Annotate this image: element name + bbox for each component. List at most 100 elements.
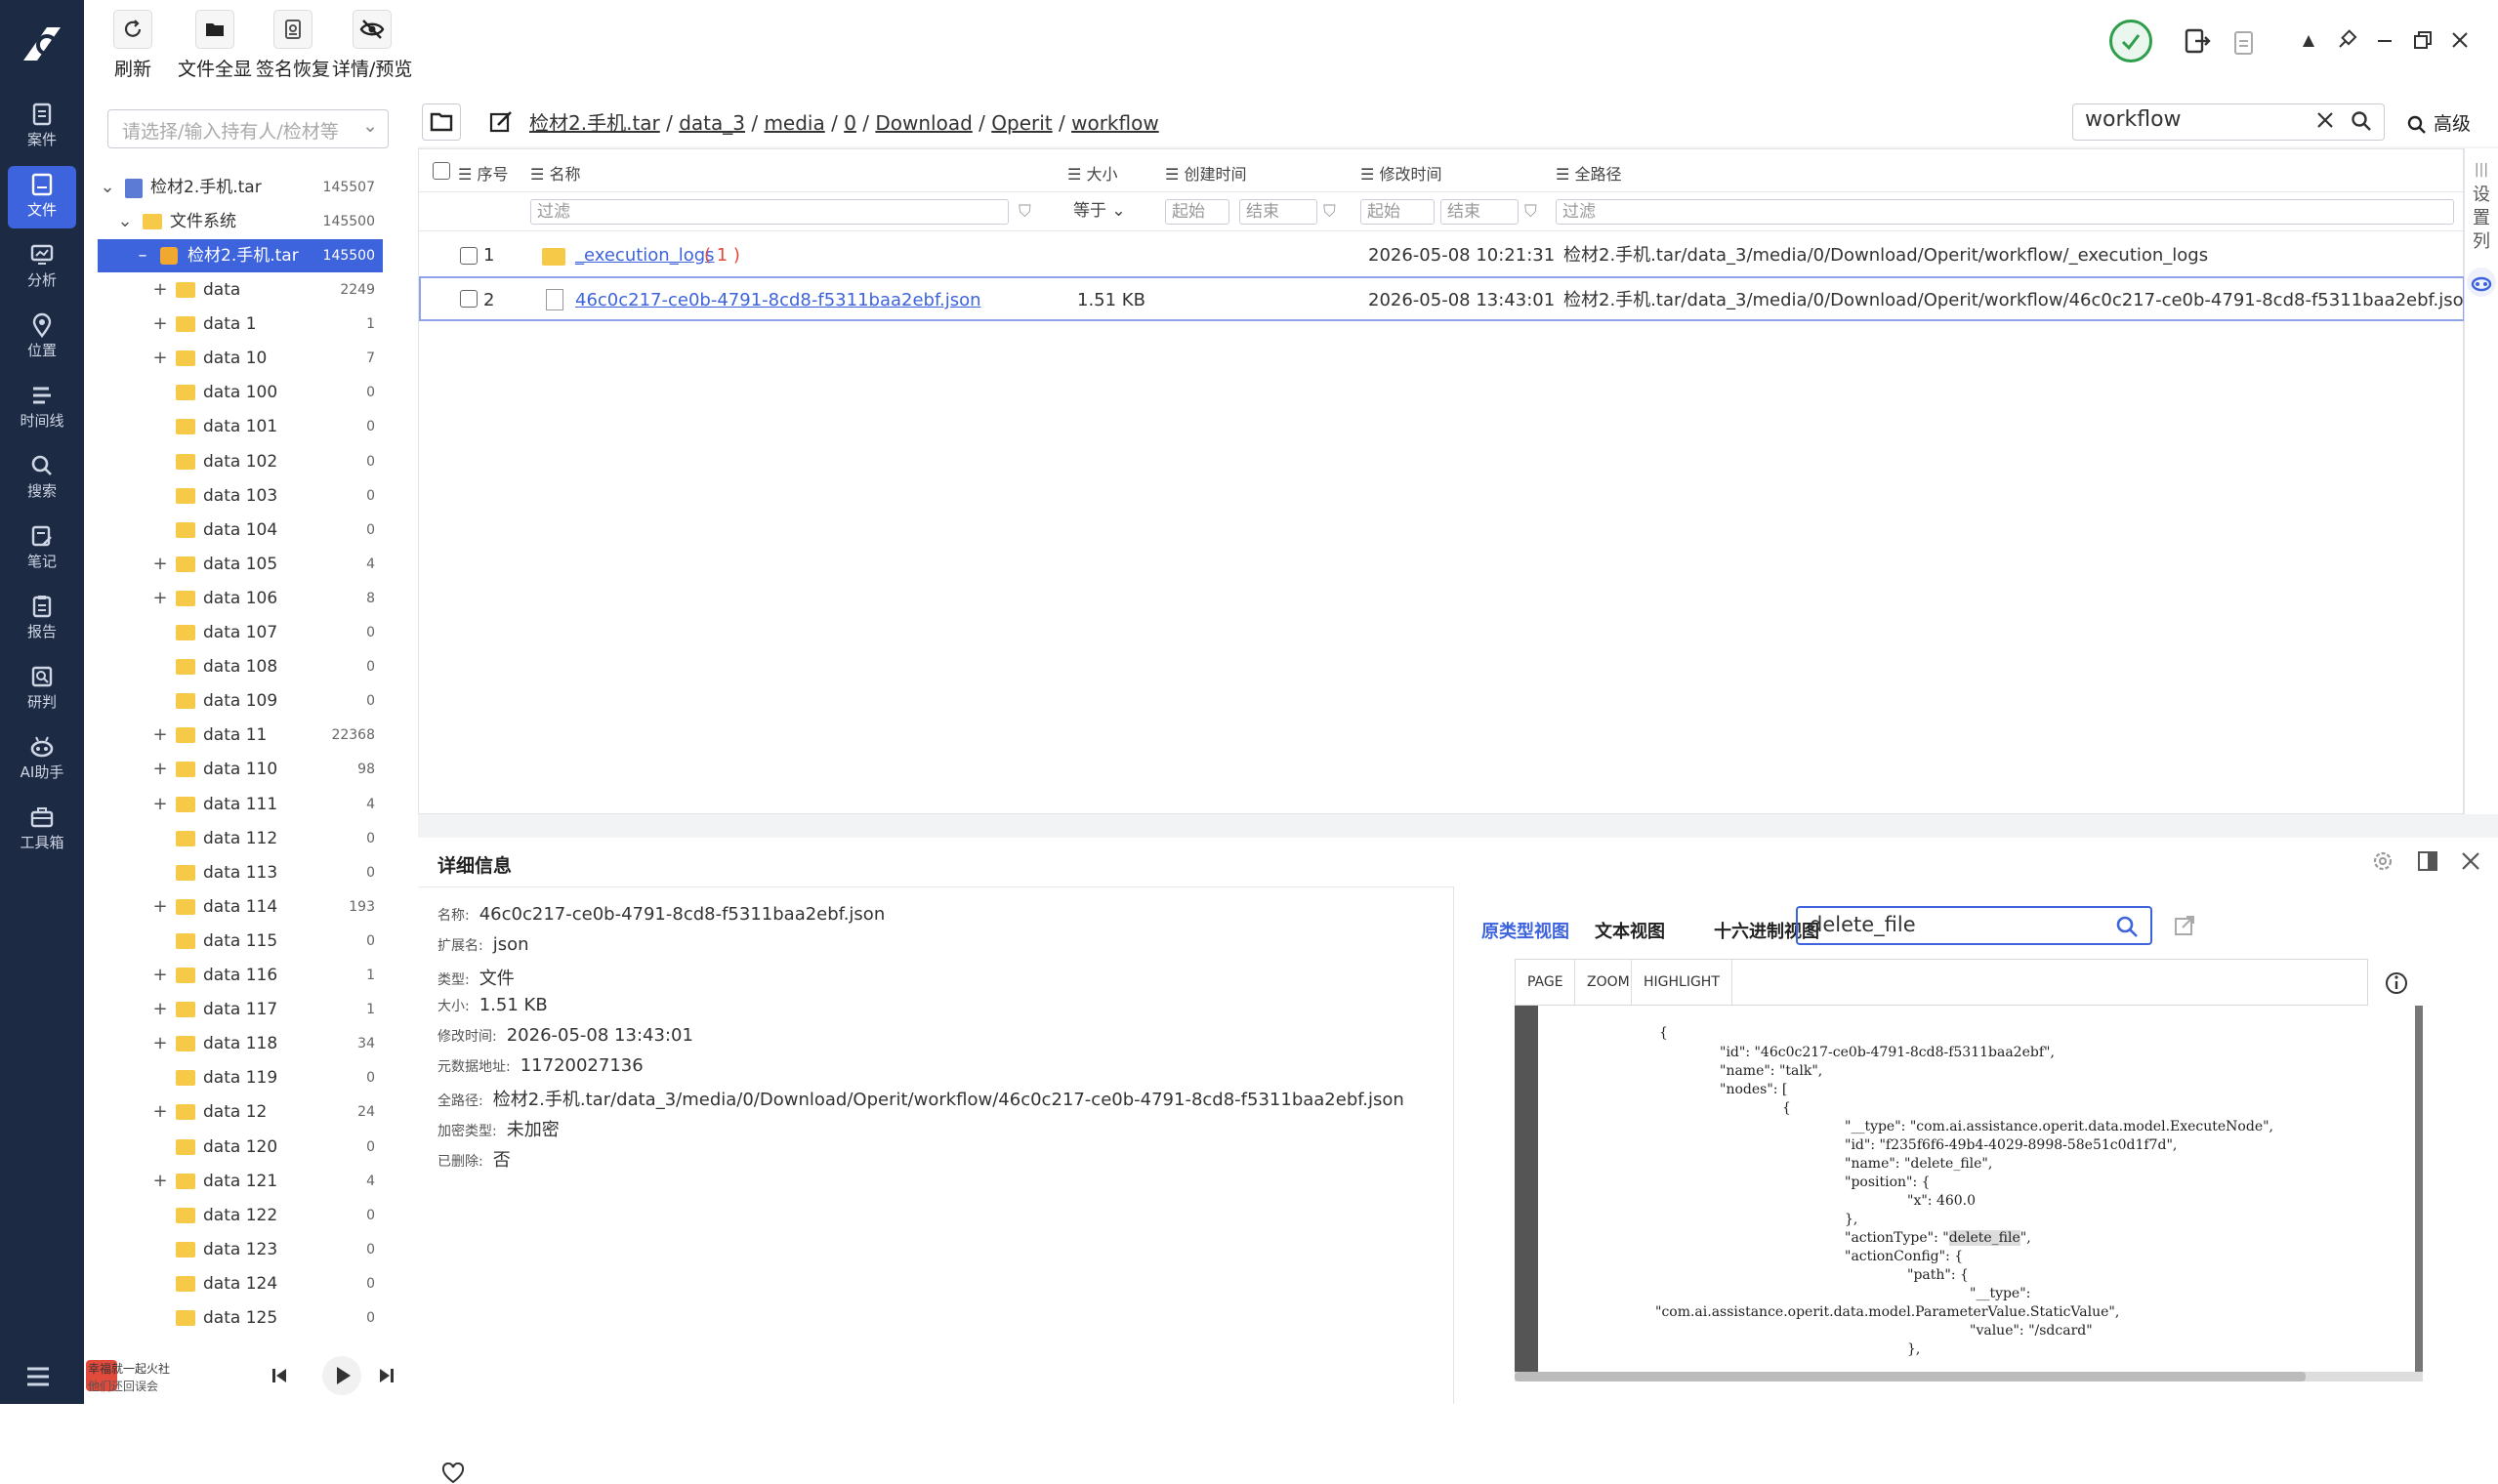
- column-created[interactable]: ☰ 创建时间: [1165, 161, 1246, 185]
- folder-icon[interactable]: [422, 103, 461, 141]
- row-checkbox[interactable]: [460, 290, 478, 308]
- tree-item[interactable]: + data 114 193: [98, 890, 383, 924]
- user-icon[interactable]: [2299, 31, 2318, 51]
- path-filter-input[interactable]: 过滤: [1556, 199, 2454, 225]
- tree-item[interactable]: + data 118 34: [98, 1027, 383, 1060]
- rail-item-toolbox[interactable]: 工具箱: [8, 799, 76, 861]
- ai-assistant-icon[interactable]: [2467, 268, 2496, 297]
- filter-icon[interactable]: ⛉: [1019, 202, 1031, 222]
- breadcrumb-item[interactable]: 0: [844, 111, 856, 135]
- expand-icon[interactable]: +: [152, 308, 168, 341]
- breadcrumb-item[interactable]: data_3: [679, 111, 745, 135]
- modified-end-input[interactable]: 结束: [1440, 199, 1519, 225]
- tree-selected-node[interactable]: – 检材2.手机.tar 145500: [98, 239, 383, 272]
- collapse-icon[interactable]: ⌄: [100, 171, 115, 204]
- expand-icon[interactable]: +: [152, 548, 168, 581]
- expand-icon[interactable]: +: [152, 1165, 168, 1198]
- tree-item[interactable]: data 115 0: [98, 925, 383, 958]
- tree-item[interactable]: data 122 0: [98, 1199, 383, 1232]
- tree-item[interactable]: data 102 0: [98, 445, 383, 478]
- detail-preview-button[interactable]: 详情/预览: [332, 10, 412, 81]
- gear-icon[interactable]: [2371, 849, 2394, 873]
- collapse-icon[interactable]: –: [135, 239, 150, 272]
- filter-icon[interactable]: ⛉: [1323, 202, 1336, 222]
- expand-icon[interactable]: +: [152, 1027, 168, 1060]
- advanced-search-button[interactable]: 高级: [2406, 109, 2471, 136]
- size-operator-select[interactable]: 等于 ⌄: [1067, 199, 1155, 225]
- column-index[interactable]: ☰ 序号: [458, 161, 508, 185]
- expand-icon[interactable]: +: [152, 993, 168, 1026]
- search-icon[interactable]: [2115, 915, 2139, 938]
- tree-item[interactable]: + data 10 7: [98, 342, 383, 375]
- export-icon[interactable]: [2184, 27, 2211, 57]
- column-size[interactable]: ☰ 大小: [1067, 161, 1117, 185]
- column-modified[interactable]: ☰ 修改时间: [1360, 161, 1441, 185]
- close-icon[interactable]: [2459, 849, 2482, 873]
- menu-icon[interactable]: [25, 1363, 57, 1390]
- expand-icon[interactable]: +: [152, 719, 168, 752]
- status-check-icon[interactable]: [2109, 20, 2152, 62]
- rail-item-report[interactable]: 报告: [8, 588, 76, 650]
- file-name-link[interactable]: _execution_logs: [575, 233, 715, 278]
- expand-icon[interactable]: +: [152, 959, 168, 992]
- collapse-icon[interactable]: ⌄: [117, 205, 133, 238]
- created-end-input[interactable]: 结束: [1239, 199, 1317, 225]
- column-name[interactable]: ☰ 名称: [530, 161, 580, 185]
- split-view-icon[interactable]: [2416, 849, 2439, 873]
- name-filter-input[interactable]: 过滤: [530, 199, 1009, 225]
- expand-icon[interactable]: +: [152, 342, 168, 375]
- tree-item[interactable]: + data 116 1: [98, 959, 383, 992]
- tab-text-view[interactable]: 文本视图: [1595, 918, 1665, 943]
- refresh-button[interactable]: 刷新: [113, 10, 152, 81]
- tree-item[interactable]: + data 1 1: [98, 308, 383, 341]
- table-row[interactable]: 1 _execution_logs ( 1 ) 2026-05-08 10:21…: [419, 233, 2465, 278]
- minimize-icon[interactable]: [2375, 31, 2394, 51]
- tree-item[interactable]: data 107 0: [98, 616, 383, 649]
- info-icon[interactable]: [2384, 970, 2409, 996]
- close-icon[interactable]: [2449, 29, 2471, 51]
- breadcrumb-item[interactable]: Operit: [991, 111, 1052, 135]
- breadcrumb-item[interactable]: Download: [875, 111, 972, 135]
- rail-item-location[interactable]: 位置: [8, 307, 76, 369]
- restore-icon[interactable]: [2412, 29, 2434, 51]
- expand-icon[interactable]: +: [152, 890, 168, 924]
- tree-item[interactable]: + data 106 8: [98, 582, 383, 615]
- tab-native-view[interactable]: 原类型视图: [1481, 918, 1569, 943]
- select-all-checkbox[interactable]: [433, 162, 450, 180]
- filter-icon[interactable]: ⛉: [1524, 202, 1537, 222]
- open-external-icon[interactable]: [2173, 914, 2196, 937]
- column-settings-tab[interactable]: ||| 设置列: [2464, 148, 2498, 814]
- next-track-icon[interactable]: [377, 1366, 396, 1385]
- file-name-link[interactable]: 46c0c217-ce0b-4791-8cd8-f5311baa2ebf.jso…: [575, 278, 981, 323]
- modified-start-input[interactable]: 起始: [1360, 199, 1435, 225]
- edit-path-icon[interactable]: [488, 109, 514, 135]
- column-path[interactable]: ☰ 全路径: [1556, 161, 1621, 185]
- rail-item-analysis[interactable]: 分析: [8, 236, 76, 299]
- expand-icon[interactable]: +: [152, 1095, 168, 1129]
- tree-item[interactable]: + data 111 4: [98, 788, 383, 821]
- clear-icon[interactable]: [2315, 110, 2335, 130]
- expand-icon[interactable]: +: [152, 753, 168, 786]
- tree-item[interactable]: + data 11 22368: [98, 719, 383, 752]
- tree-item[interactable]: data 109 0: [98, 684, 383, 718]
- pin-icon[interactable]: [2336, 29, 2357, 51]
- tree-item[interactable]: + data 121 4: [98, 1165, 383, 1198]
- signature-recover-button[interactable]: 签名恢复: [256, 10, 330, 81]
- tree-item[interactable]: data 112 0: [98, 822, 383, 855]
- tree-item[interactable]: + data 2249: [98, 273, 383, 307]
- document-icon[interactable]: [2232, 29, 2256, 57]
- breadcrumb-item[interactable]: workflow: [1071, 111, 1159, 135]
- rail-item-ai-assistant[interactable]: AI助手: [8, 728, 76, 791]
- tree-item[interactable]: data 101 0: [98, 410, 383, 443]
- search-icon[interactable]: [2351, 110, 2372, 132]
- viewer-search-input[interactable]: delete_file: [1796, 906, 2152, 945]
- heart-icon[interactable]: [441, 1463, 465, 1484]
- breadcrumb-item[interactable]: media: [764, 111, 824, 135]
- tree-item[interactable]: data 104 0: [98, 514, 383, 547]
- page-button[interactable]: PAGE: [1527, 974, 1563, 990]
- highlight-button[interactable]: HIGHLIGHT: [1631, 960, 1732, 1005]
- rail-item-case[interactable]: 案件: [8, 96, 76, 158]
- tree-item[interactable]: data 123 0: [98, 1233, 383, 1266]
- tree-item[interactable]: data 120 0: [98, 1131, 383, 1164]
- viewer-horizontal-scrollbar[interactable]: [1515, 1372, 2423, 1381]
